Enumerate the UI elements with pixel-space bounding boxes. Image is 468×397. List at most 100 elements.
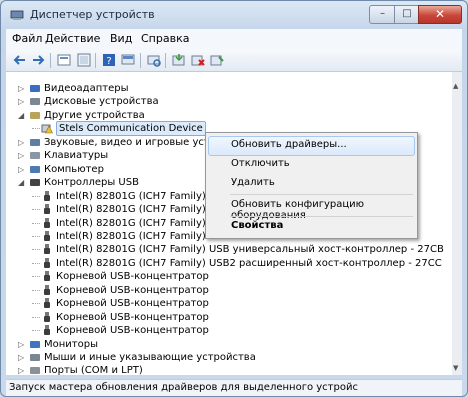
tree-connector-line: [32, 222, 40, 224]
menu-view[interactable]: Вид: [110, 32, 132, 45]
tree-item[interactable]: Intel(R) 82801G (ICH7 Family) USB универ…: [6, 243, 446, 256]
tree-item-label: Intel(R) 82801G (ICH7 Family): [56, 230, 206, 242]
uninstall-icon[interactable]: [190, 52, 206, 68]
minimize-button[interactable]: –: [369, 5, 396, 24]
tree-item[interactable]: Intel(R) 82801G (ICH7 Family) USB2 расши…: [6, 257, 446, 270]
disable-icon[interactable]: [209, 52, 225, 68]
menu-disable[interactable]: Отключить: [231, 158, 290, 169]
tree-connector-line: [32, 128, 40, 130]
window-title: Диспетчер устройств: [30, 8, 155, 21]
tree-item-label: Корневой USB-концентратор: [56, 325, 209, 337]
context-menu: Обновить драйверы... Отключить Удалить О…: [205, 132, 418, 239]
tree-connector-line: [32, 249, 40, 251]
maximize-icon: □: [402, 8, 412, 19]
monitor-icon: [29, 339, 41, 350]
tree-item[interactable]: Корневой USB-концентратор: [6, 324, 446, 337]
collapse-arrow-icon[interactable]: ◢: [18, 176, 27, 189]
tree-item[interactable]: Корневой USB-концентратор: [6, 311, 446, 324]
usb-plug-icon: [41, 217, 53, 229]
usb-plug-icon: [41, 271, 53, 282]
usb-plug-icon: [41, 204, 53, 215]
menu-separator: [230, 216, 413, 217]
title-bar[interactable]: Диспетчер устройств – □ ✕: [1, 1, 467, 29]
tree-item[interactable]: ▷ Мыши и иные указывающие устройства: [6, 351, 446, 364]
menu-action[interactable]: Действие: [45, 32, 100, 45]
expand-arrow-icon[interactable]: ▷: [18, 338, 27, 351]
menu-scan-hardware[interactable]: Обновить конфигурацию оборудования: [231, 199, 417, 221]
tree-item[interactable]: ▷ Дисковые устройства: [6, 95, 446, 108]
tree-item-label: Корневой USB-концентратор: [56, 311, 209, 323]
tree-item-label: Мониторы: [44, 338, 98, 350]
mouse-icon: [29, 352, 41, 363]
tree-item[interactable]: ▷ Мониторы: [6, 338, 446, 351]
tree-item-label: Клавиатуры: [44, 150, 109, 162]
show-hidden-icon[interactable]: [76, 52, 92, 68]
close-icon: ✕: [434, 7, 446, 21]
status-bar: Запуск мастера обновления драйверов для …: [6, 379, 462, 396]
usb-plug-icon: [41, 325, 53, 336]
update-driver-icon[interactable]: [171, 52, 187, 68]
menu-update-drivers[interactable]: Обновить драйверы...: [231, 139, 347, 150]
expand-arrow-icon[interactable]: ▷: [18, 149, 27, 162]
tree-item-label: Дисковые устройства: [44, 96, 159, 108]
menu-file[interactable]: Файл: [12, 32, 42, 45]
tree-item-label: Intel(R) 82801G (ICH7 Family) USB2 расши…: [56, 257, 442, 269]
collapse-arrow-icon[interactable]: ◢: [18, 109, 27, 122]
tree-item[interactable]: Корневой USB-концентратор: [6, 270, 446, 283]
toolbar-separator: [50, 53, 51, 68]
menu-bar: Файл Действие Вид Справка: [6, 29, 462, 49]
expand-arrow-icon[interactable]: ▷: [18, 95, 27, 108]
selected-device-label: Stels Communication Device: [56, 121, 206, 137]
usb-plug-icon: [41, 257, 53, 269]
expand-arrow-icon[interactable]: ▷: [18, 82, 27, 95]
tree-connector-line: [32, 316, 40, 318]
tree-connector-line: [32, 209, 40, 211]
usb-plug-icon: [41, 230, 53, 242]
port-icon: [29, 365, 41, 375]
properties-icon[interactable]: [56, 52, 72, 68]
minimize-icon: –: [380, 8, 385, 19]
usb-plug-icon: [41, 311, 53, 323]
help-icon[interactable]: ?: [101, 52, 117, 68]
expand-arrow-icon[interactable]: ▷: [18, 351, 27, 364]
menu-properties[interactable]: Свойства: [231, 220, 283, 231]
tree-connector-line: [32, 289, 40, 291]
tree-item-label: Intel(R) 82801G (ICH7 Family): [56, 217, 206, 229]
unknown-device-warning-icon: [41, 123, 53, 134]
device-manager-window: Диспетчер устройств – □ ✕ Файл Действие …: [0, 0, 468, 397]
sound-icon: [29, 137, 41, 148]
tree-item[interactable]: ▷ Порты (COM и LPT): [6, 364, 446, 375]
expand-arrow-icon[interactable]: ▷: [18, 163, 27, 176]
computer-icon: [29, 164, 41, 175]
expand-arrow-icon[interactable]: ▷: [18, 136, 27, 149]
device-list-icon[interactable]: [120, 52, 136, 68]
tree-item-label: Компьютер: [44, 163, 104, 175]
toolbar: ?: [6, 49, 462, 72]
tree-item-label: Звуковые, видео и игровые устр: [44, 136, 217, 148]
tree-connector-line: [32, 262, 40, 264]
forward-icon[interactable]: [30, 52, 46, 68]
close-button[interactable]: ✕: [418, 5, 462, 24]
tree-item-label: Корневой USB-концентратор: [56, 298, 209, 310]
scroll-down-icon[interactable]: ▼: [453, 364, 458, 372]
menu-help[interactable]: Справка: [141, 32, 189, 45]
scan-hardware-icon[interactable]: [146, 52, 162, 68]
maximize-button[interactable]: □: [394, 5, 420, 24]
display-adapter-icon: [29, 83, 41, 94]
svg-text:?: ?: [106, 56, 111, 67]
menu-separator: [230, 194, 413, 195]
tree-item[interactable]: Корневой USB-концентратор: [6, 284, 446, 297]
back-icon[interactable]: [12, 52, 28, 68]
toolbar-separator: [140, 53, 141, 68]
tree-item[interactable]: Корневой USB-концентратор: [6, 297, 446, 310]
menu-uninstall[interactable]: Удалить: [231, 177, 275, 188]
usb-icon: [29, 177, 41, 188]
tree-item[interactable]: ◢ Другие устройства: [6, 109, 446, 122]
tree-item-label: Корневой USB-концентратор: [56, 284, 209, 296]
vertical-scrollbar[interactable]: ▲ ▼: [452, 72, 462, 375]
scroll-up-icon[interactable]: ▲: [453, 82, 458, 90]
usb-plug-icon: [41, 244, 53, 255]
expand-arrow-icon[interactable]: ▷: [18, 364, 27, 375]
status-text: Запуск мастера обновления драйверов для …: [9, 382, 358, 393]
tree-item[interactable]: ▷ Видеоадаптеры: [6, 82, 446, 95]
